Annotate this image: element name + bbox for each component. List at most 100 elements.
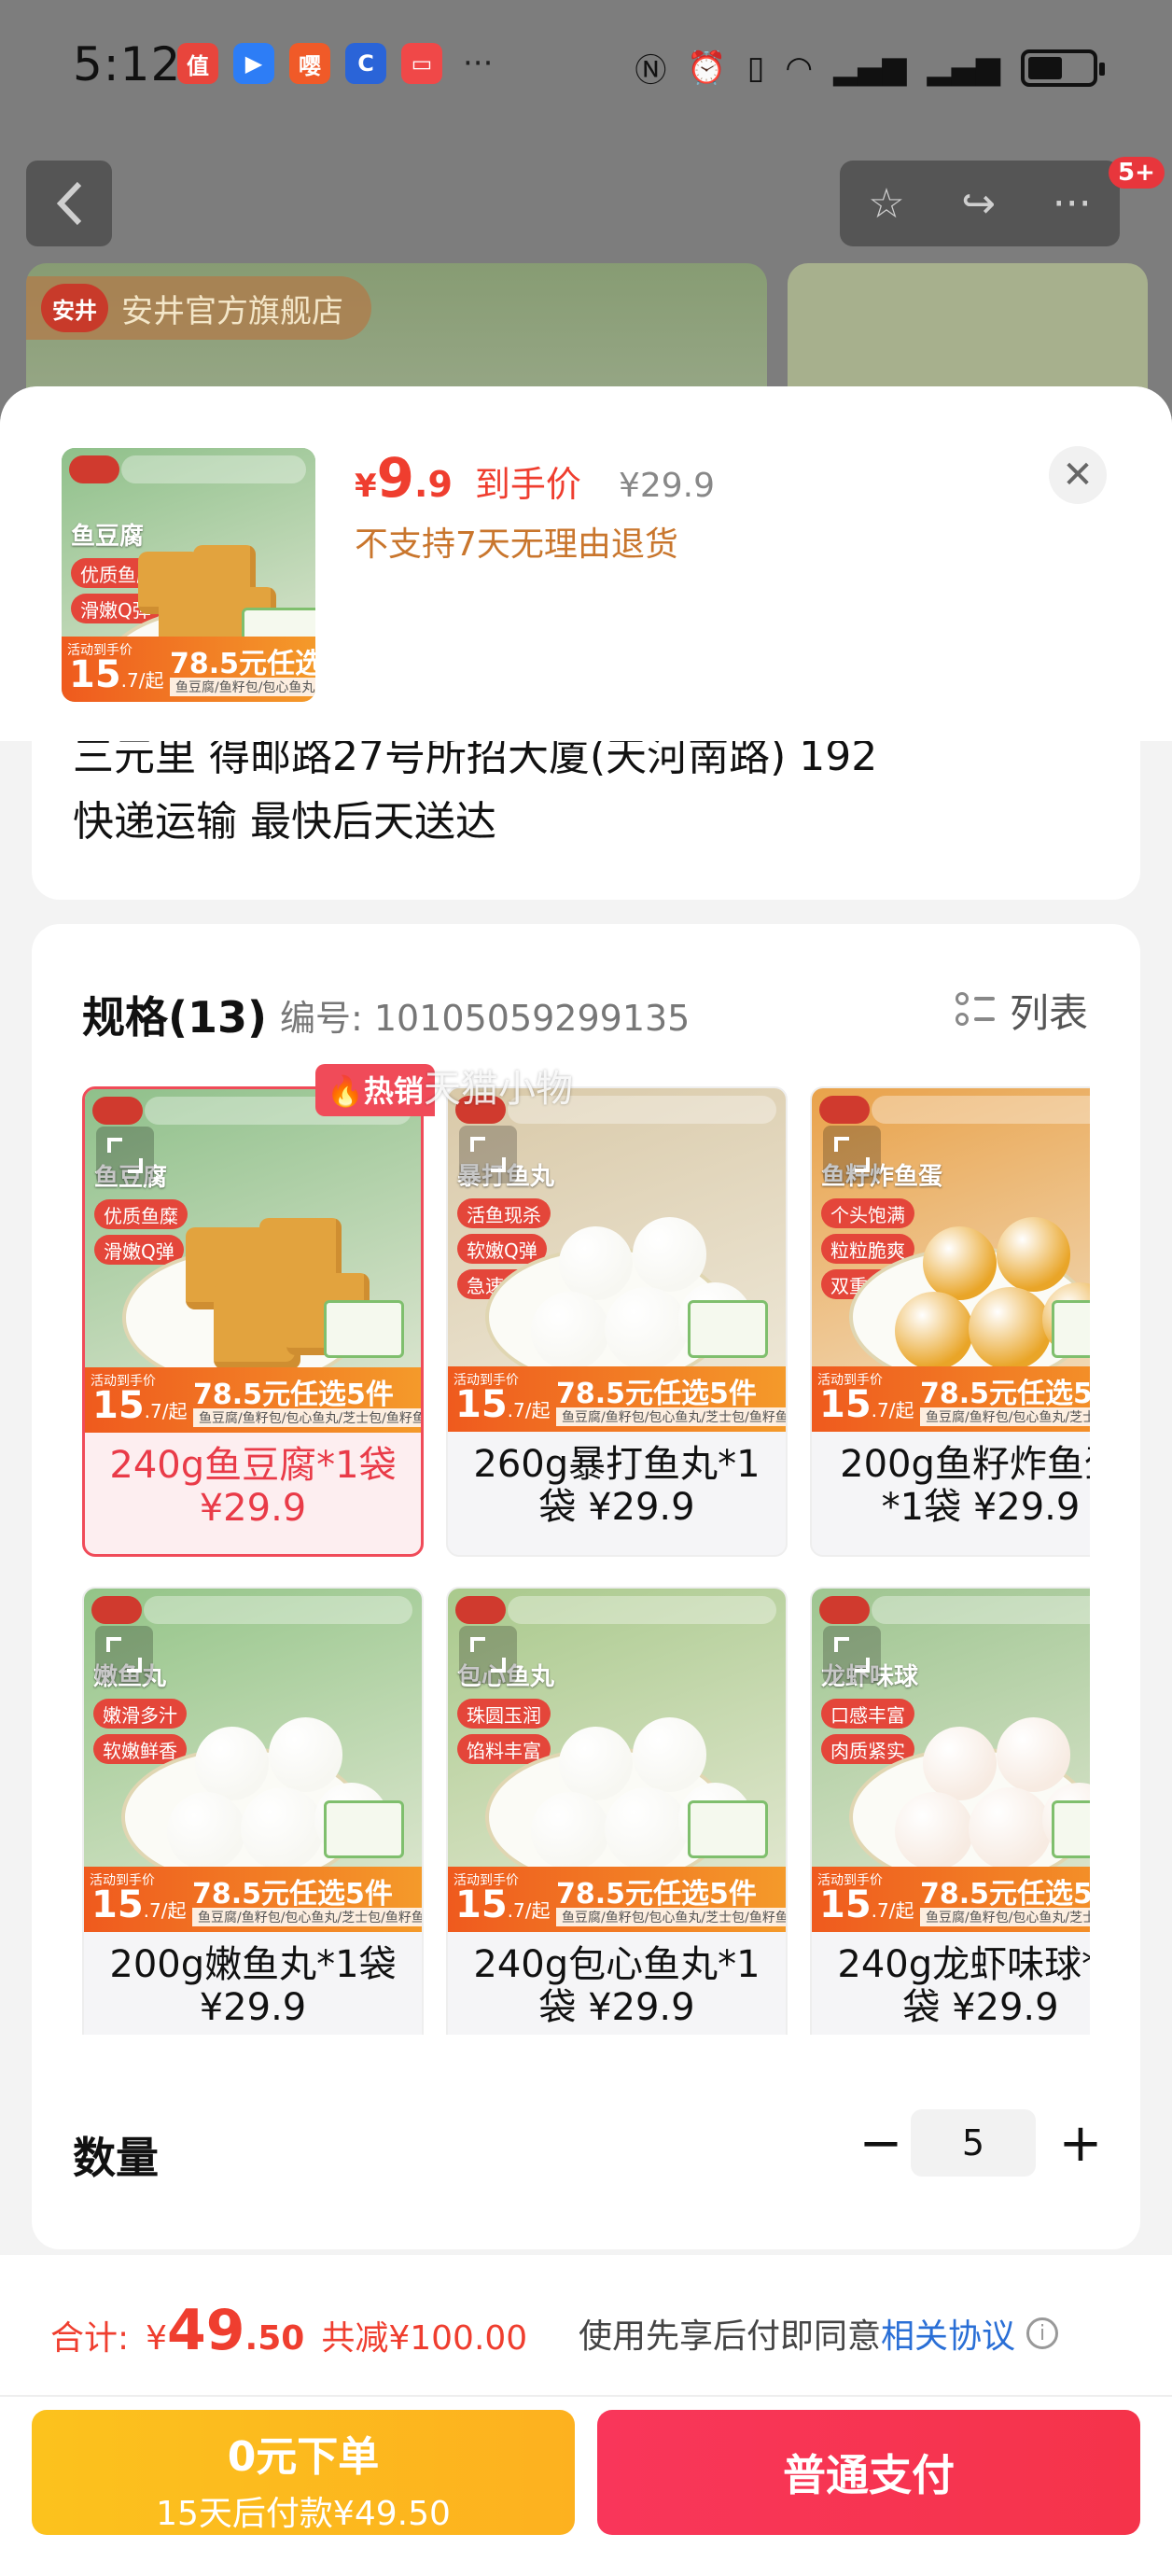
deal-price: 15.7/起 bbox=[819, 1883, 914, 1926]
product-package bbox=[323, 1300, 404, 1359]
store-logo: 安井 bbox=[41, 284, 108, 332]
sku-image: 暴打鱼丸活鱼现杀软嫩Q弹急速锁鲜活动到手价15.7/起78.5元任选5件鱼豆腐/… bbox=[448, 1088, 786, 1432]
deal-price-int: 15 bbox=[819, 1383, 872, 1426]
bnpl-subtitle: 15天后付款¥49.50 bbox=[156, 2495, 451, 2533]
fish-ball bbox=[632, 1217, 706, 1292]
app-c-icon: C bbox=[345, 43, 386, 84]
agreement-row: 使用先享后付即同意 相关协议 i bbox=[579, 2309, 1059, 2358]
brand-logo bbox=[819, 1596, 870, 1624]
product-thumbnail: 鱼豆腐优质鱼糜滑嫩Q弹活动到手价15.7/起78.5元任选5件鱼豆腐/鱼籽包/包… bbox=[62, 448, 315, 702]
deal-price-int: 15 bbox=[819, 1883, 872, 1926]
product-feature-chip: 个头饱满 bbox=[821, 1198, 914, 1228]
sku-option[interactable]: 嫩鱼丸 嫩滑多汁 软嫩鲜香 活动到手价 15.7/起 78.5元任选5件 鱼豆腐/鱼籽包/包… bbox=[82, 1587, 424, 2035]
divider bbox=[0, 2395, 1172, 2397]
app-book-icon: ▭ bbox=[401, 43, 442, 84]
product-package bbox=[324, 1800, 405, 1859]
deal-text: 78.5元任选5件 bbox=[193, 1379, 394, 1411]
deal-strip: 鱼豆腐/鱼籽包/包心鱼丸/芝士包/鱼籽鱼蛋/小酥肉 bbox=[920, 1908, 1090, 1926]
buy-now-pay-later-button[interactable]: 0元下单 15天后付款¥49.50 bbox=[32, 2410, 575, 2535]
payment-bar: 合计: ¥ 49 .50 共减¥100.00 使用先享后付即同意 相关协议 i … bbox=[0, 2255, 1172, 2576]
deal-strip: 鱼豆腐/鱼籽包/包心鱼丸/芝士包/鱼籽鱼蛋/小酥肉 bbox=[192, 1908, 422, 1926]
sku-sheet: 鱼豆腐优质鱼糜滑嫩Q弹活动到手价15.7/起78.5元任选5件鱼豆腐/鱼籽包/包… bbox=[0, 386, 1172, 2576]
deal-banner: 活动到手价15.7/起78.5元任选5件鱼豆腐/鱼籽包/包心鱼丸/芝士包/鱼籽鱼… bbox=[85, 1367, 421, 1433]
expand-image-icon[interactable] bbox=[459, 1626, 517, 1684]
deal-price: 15.7/起 bbox=[91, 1883, 187, 1926]
quantity-minus-button[interactable]: − bbox=[853, 2111, 909, 2177]
deal-strip: 鱼豆腐/鱼籽包/包心鱼丸/芝士包/鱼籽鱼蛋/小酥肉 bbox=[556, 1407, 786, 1426]
chevron-left-icon bbox=[56, 181, 82, 226]
return-notice: 不支持7天无理由退货 bbox=[355, 525, 678, 564]
fish-ball bbox=[969, 1786, 1053, 1870]
fish-ball bbox=[922, 1226, 997, 1301]
expand-image-icon[interactable] bbox=[95, 1626, 153, 1684]
product-feature-chip: 优质鱼糜 bbox=[94, 1199, 188, 1229]
sku-option[interactable]: 鱼籽炸鱼蛋个头饱满粒粒脆爽双重口感活动到手价15.7/起78.5元任选5件鱼豆腐… bbox=[810, 1086, 1090, 1557]
expand-image-icon[interactable] bbox=[823, 1626, 881, 1684]
product-feature-chip: 活鱼现杀 bbox=[457, 1198, 551, 1228]
total-decimal: .50 bbox=[244, 2319, 305, 2358]
sku-option[interactable]: 包心鱼丸 珠圆玉润 馅料丰富 活动到手价 15.7/起 78.5元任选5件 鱼豆腐/鱼籽包/… bbox=[446, 1587, 788, 2035]
deal-banner: 活动到手价15.7/起78.5元任选5件鱼豆腐/鱼籽包/包心鱼丸/芝士包/鱼籽鱼… bbox=[62, 637, 315, 702]
fish-ball bbox=[605, 1786, 689, 1870]
more-icon[interactable]: ··· bbox=[1053, 180, 1092, 228]
normal-pay-button[interactable]: 普通支付 bbox=[597, 2410, 1140, 2535]
deal-price: 15.7/起 bbox=[455, 1883, 551, 1926]
list-label: 列表 bbox=[1009, 990, 1088, 1036]
product-package bbox=[688, 1800, 769, 1859]
battery-icon bbox=[1021, 49, 1105, 87]
sku-option[interactable]: 暴打鱼丸活鱼现杀软嫩Q弹急速锁鲜活动到手价15.7/起78.5元任选5件鱼豆腐/… bbox=[446, 1086, 788, 1557]
deal-strip: 鱼豆腐/鱼籽包/包心鱼丸/芝士包/鱼籽鱼蛋/小酥肉 bbox=[556, 1908, 786, 1926]
fish-ball bbox=[605, 1286, 689, 1370]
fish-ball bbox=[969, 1286, 1053, 1370]
fish-ball bbox=[531, 1291, 610, 1370]
expand-image-icon[interactable] bbox=[823, 1126, 881, 1183]
info-icon[interactable]: i bbox=[1026, 2317, 1059, 2349]
app-red-icon: 值 bbox=[177, 43, 218, 84]
brand-logo bbox=[455, 1596, 506, 1624]
sku-option-label: 200g鱼籽炸鱼蛋*1袋 ¥29.9 bbox=[840, 1443, 1090, 1529]
fish-ball bbox=[558, 1226, 633, 1301]
deal-price-unit: .7/起 bbox=[143, 1899, 187, 1922]
close-button[interactable]: ✕ bbox=[1049, 446, 1107, 504]
deal-price-unit: .7/起 bbox=[144, 1400, 188, 1422]
deal-price-unit: .7/起 bbox=[120, 669, 164, 692]
bnpl-title: 0元下单 bbox=[227, 2433, 380, 2481]
price-symbol: ¥ bbox=[355, 468, 377, 505]
favorite-star-icon[interactable]: ☆ bbox=[868, 180, 904, 228]
brand-logo bbox=[819, 1096, 870, 1124]
total-row: 合计: ¥ 49 .50 共减¥100.00 bbox=[50, 2298, 527, 2363]
fish-ball bbox=[895, 1791, 974, 1870]
message-badge: 5+ bbox=[1109, 157, 1165, 189]
fish-ball bbox=[167, 1791, 246, 1870]
wifi-icon: ◠ bbox=[785, 49, 814, 87]
agreement-link[interactable]: 相关协议 bbox=[881, 2309, 1015, 2358]
expand-image-icon[interactable] bbox=[96, 1127, 154, 1184]
fish-ball bbox=[922, 1727, 997, 1801]
sku-option[interactable]: 鱼豆腐 优质鱼糜 滑嫩Q弹 活动到手价 15.7/起 78.5元任选5件 鱼豆腐/鱼籽包/包… bbox=[82, 1086, 424, 1557]
spec-code: 编号: 10105059299135 bbox=[280, 998, 691, 1039]
sku-option[interactable]: 龙虾味球口感丰富肉质紧实活动到手价15.7/起78.5元任选5件鱼豆腐/鱼籽包/… bbox=[810, 1587, 1090, 2035]
back-button[interactable] bbox=[26, 161, 112, 246]
share-icon[interactable]: ↪ bbox=[961, 180, 996, 228]
quantity-plus-button[interactable]: + bbox=[1053, 2111, 1109, 2177]
price-tag: 到手价 bbox=[474, 464, 581, 505]
sku-option-label: 260g暴打鱼丸*1袋 ¥29.9 bbox=[473, 1443, 760, 1529]
sku-image: 包心鱼丸 珠圆玉润 馅料丰富 活动到手价 15.7/起 78.5元任选5件 鱼豆腐/鱼籽包/… bbox=[448, 1589, 786, 1932]
deal-price-int: 15 bbox=[455, 1383, 508, 1426]
store-name-strip bbox=[872, 1596, 1090, 1624]
store-name-strip bbox=[144, 1596, 412, 1624]
alarm-icon: ⏰ bbox=[687, 49, 727, 87]
total-savings: 共减¥100.00 bbox=[321, 2319, 528, 2358]
quantity-input[interactable]: 5 bbox=[911, 2109, 1036, 2177]
sku-image: 鱼豆腐 优质鱼糜 滑嫩Q弹 活动到手价 15.7/起 78.5元任选5件 鱼豆腐/鱼籽包/包… bbox=[85, 1089, 421, 1433]
expand-image-icon[interactable] bbox=[459, 1126, 517, 1183]
status-indicators: Ⓝ ⏰ ▯ ◠ ▂▄▆ ▂▄▆ bbox=[635, 45, 1105, 91]
shipping-text: 快递运输 最快后天送达 bbox=[73, 798, 496, 846]
sheet-header: 鱼豆腐优质鱼糜滑嫩Q弹活动到手价15.7/起78.5元任选5件鱼豆腐/鱼籽包/包… bbox=[0, 386, 1172, 741]
list-icon bbox=[955, 991, 995, 1029]
list-view-toggle[interactable]: 列表 bbox=[955, 982, 1088, 1039]
deal-price-unit: .7/起 bbox=[507, 1399, 551, 1421]
store-chip[interactable]: 安井 安井官方旗舰店 bbox=[26, 276, 371, 340]
deal-price-int: 15 bbox=[91, 1883, 144, 1926]
store-name-strip bbox=[121, 455, 306, 483]
